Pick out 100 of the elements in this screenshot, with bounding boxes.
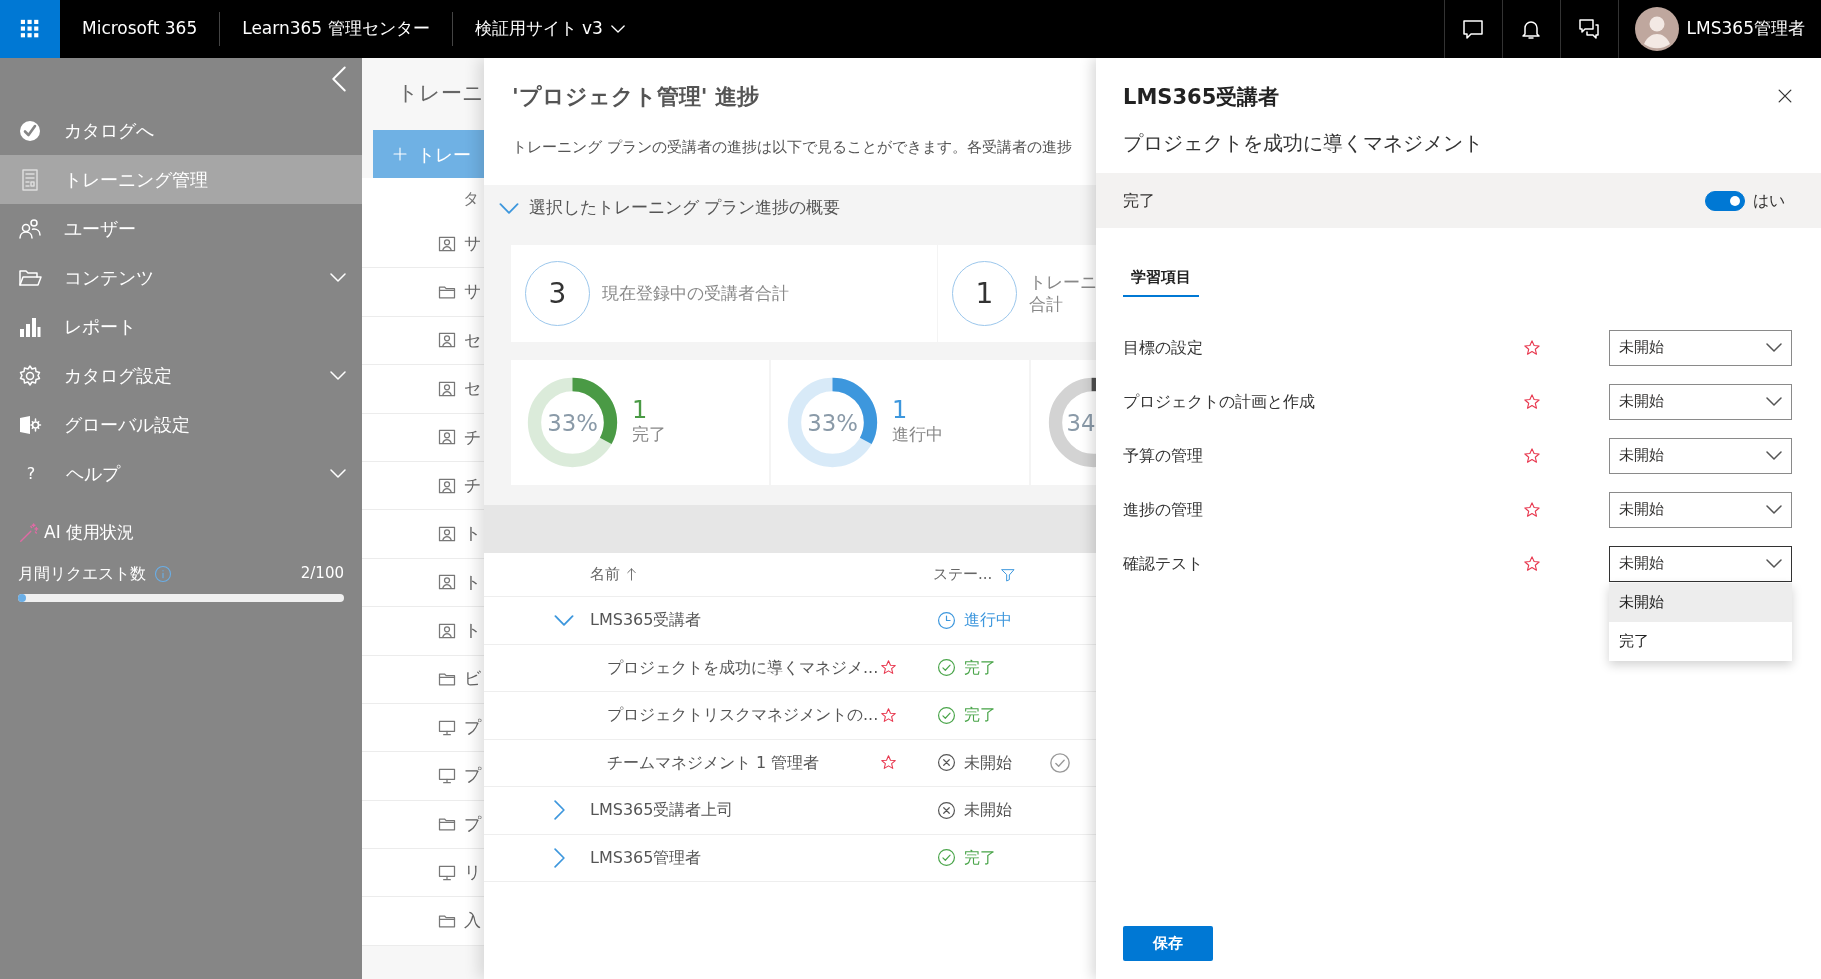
row-title[interactable]: セ: [464, 376, 481, 402]
donut-count: 1: [632, 397, 649, 422]
toggle-switch[interactable]: [1705, 190, 1745, 211]
select-field[interactable]: 未開始: [1609, 329, 1792, 366]
row-title[interactable]: ト: [464, 569, 481, 596]
status-text: 完了: [964, 704, 996, 727]
row-title[interactable]: サ: [464, 279, 481, 305]
field-label: 完了: [1123, 189, 1156, 212]
stat-label: トレーニ 合計: [1029, 272, 1096, 315]
chevron-down-icon[interactable]: [554, 614, 574, 626]
row-title[interactable]: プ: [464, 811, 481, 838]
status-text: 未開始: [964, 799, 1012, 822]
sidebar-item[interactable]: ユーザー: [0, 204, 362, 253]
chevron-right-icon[interactable]: [554, 847, 565, 868]
donut-percent: 33%: [547, 410, 598, 437]
monitor-icon: [437, 766, 457, 786]
row-title[interactable]: リ: [464, 860, 481, 886]
sidebar-item[interactable]: カタログへ: [0, 106, 362, 155]
usage-label: 月間リクエスト数: [18, 562, 146, 585]
status-text: 未開始: [964, 751, 1012, 774]
column-header[interactable]: ステー...: [933, 563, 993, 586]
course-name: プロジェクトリスクマネジメントの...: [606, 704, 880, 727]
sidebar-item[interactable]: レポート: [0, 302, 362, 351]
cancel-circle-icon: [937, 800, 956, 820]
chevron-left-icon[interactable]: [332, 66, 346, 92]
cancel-circle-icon: [937, 753, 956, 773]
check-circle-icon: [937, 658, 956, 678]
app-launcher[interactable]: [0, 0, 60, 58]
chevron-down-icon[interactable]: [499, 202, 519, 214]
page-title: トレーニ: [396, 80, 484, 107]
row-title[interactable]: 入: [464, 908, 481, 934]
status-text: 完了: [964, 656, 996, 679]
select-field[interactable]: 未開始: [1609, 383, 1792, 420]
row-title[interactable]: チ: [464, 424, 481, 450]
check-circle-icon: [937, 705, 956, 725]
row-title[interactable]: プ: [464, 714, 481, 741]
panel-subtitle: プロジェクトを成功に導くマネジメント: [1123, 130, 1484, 157]
column-header[interactable]: 名前: [590, 563, 620, 586]
donut-label: 進行中: [892, 422, 943, 446]
chevron-down-icon: [610, 25, 625, 33]
save-button[interactable]: 保存: [1123, 926, 1213, 961]
app-name[interactable]: Microsoft 365: [60, 12, 221, 46]
feedback-icon[interactable]: [1577, 17, 1602, 41]
settings-icon: [18, 363, 42, 388]
donut-label: 完了: [632, 422, 666, 446]
row-title[interactable]: ビ: [464, 666, 481, 692]
check-circle-icon: [18, 118, 42, 143]
filter-icon[interactable]: [1000, 566, 1017, 583]
chevron-down-icon: [1766, 505, 1782, 514]
waffle-icon: [20, 19, 40, 39]
chevron-right-icon[interactable]: [554, 800, 565, 821]
chevron-down-icon: [1766, 343, 1782, 352]
dropdown-option[interactable]: 完了: [1609, 621, 1792, 661]
people-icon: [18, 216, 42, 241]
chevron-down-icon: [1766, 451, 1782, 460]
sidebar-item[interactable]: コンテンツ: [0, 253, 362, 302]
avatar-icon[interactable]: [1634, 7, 1679, 51]
chevron-down-icon: [1766, 559, 1782, 568]
section-title: 選択したトレーニング プラン進捗の概要: [529, 196, 841, 220]
column-header[interactable]: タ: [362, 178, 484, 220]
select-field[interactable]: 未開始: [1609, 491, 1792, 528]
course-name: チームマネジメント 1 管理者: [606, 751, 821, 774]
row-title[interactable]: チ: [464, 472, 481, 499]
learner-name: LMS365受講者: [590, 609, 703, 632]
donut-percent: 34: [1066, 410, 1096, 437]
usage-count: 2/100: [300, 563, 344, 585]
user-name[interactable]: LMS365管理者: [1686, 16, 1805, 42]
row-title[interactable]: ト: [464, 521, 481, 547]
chevron-down-icon: [1766, 397, 1782, 406]
tab[interactable]: 学習項目: [1123, 252, 1199, 297]
row-title[interactable]: セ: [464, 327, 481, 354]
site-selector[interactable]: 検証用サイト v3: [452, 12, 647, 46]
status-text: 進行中: [964, 609, 1012, 632]
sidebar-item[interactable]: ? ヘルプ: [0, 449, 362, 498]
clock-icon: [937, 610, 956, 630]
item-name: 予算の管理: [1123, 444, 1204, 467]
row-title[interactable]: サ: [464, 230, 481, 257]
row-title[interactable]: プ: [464, 763, 481, 789]
check-circle-icon: [937, 848, 956, 868]
dropdown-option[interactable]: 未開始: [1609, 582, 1792, 622]
item-name: 確認テスト: [1123, 552, 1204, 575]
learner-name: LMS365管理者: [590, 846, 703, 869]
chat-icon[interactable]: [1461, 17, 1486, 41]
donut-percent: 33%: [807, 410, 858, 437]
admin-center-name[interactable]: Learn365 管理センター: [220, 12, 453, 46]
panel-title: LMS365受講者: [1123, 84, 1280, 111]
item-name: プロジェクトの計画と作成: [1123, 390, 1316, 413]
learner-name: LMS365受講者上司: [590, 799, 735, 822]
course-name: プロジェクトを成功に導くマネジメ...: [606, 656, 880, 679]
magic-wand-icon: [18, 521, 40, 544]
sidebar-item[interactable]: グローバル設定: [0, 400, 362, 449]
select-field[interactable]: 未開始: [1609, 437, 1792, 474]
donut-count: 1: [892, 397, 909, 422]
help-icon: ?: [18, 460, 44, 487]
item-name: 目標の設定: [1123, 336, 1204, 359]
toggle-label: はい: [1753, 189, 1785, 212]
description-text: トレーニング プランの受講者の進捗は以下で見ることができます。各受講者の進捗: [511, 137, 1073, 158]
sidebar-item[interactable]: カタログ設定: [0, 351, 362, 400]
check-circle-icon[interactable]: [1049, 751, 1071, 774]
row-title[interactable]: ト: [464, 618, 481, 644]
